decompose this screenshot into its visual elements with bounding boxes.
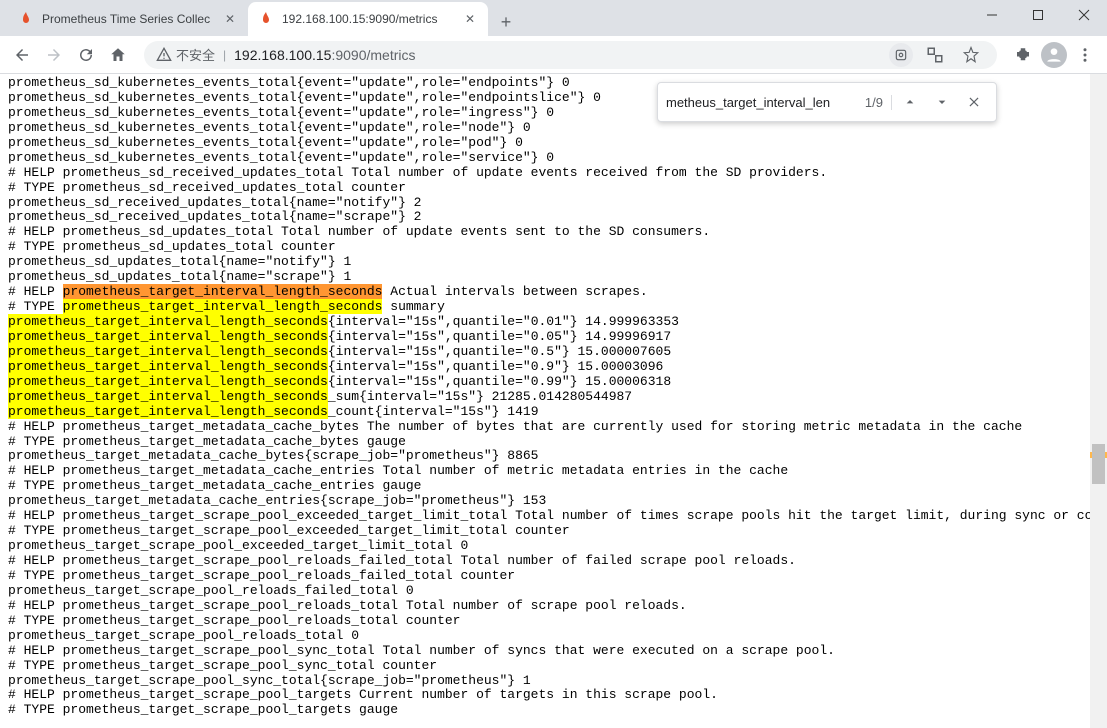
insecure-chip[interactable]: 不安全 [156, 45, 215, 64]
translate-icon[interactable] [921, 41, 949, 69]
find-next-button[interactable] [928, 88, 956, 116]
warning-icon [156, 47, 172, 63]
scrollbar-thumb[interactable] [1092, 444, 1105, 484]
close-button[interactable] [1061, 0, 1107, 30]
window-controls [969, 0, 1107, 30]
insecure-label: 不安全 [176, 45, 215, 64]
back-button[interactable] [8, 41, 36, 69]
menu-icon[interactable] [1071, 41, 1099, 69]
tab-metrics[interactable]: 192.168.100.15:9090/metrics ✕ [248, 2, 488, 36]
find-in-page-bar: 1/9 [657, 82, 997, 122]
tab-prometheus[interactable]: Prometheus Time Series Collec ✕ [8, 2, 248, 36]
find-count: 1/9 [865, 95, 892, 110]
metrics-text[interactable]: prometheus_sd_kubernetes_events_total{ev… [0, 74, 1107, 720]
reload-button[interactable] [72, 41, 100, 69]
maximize-button[interactable] [1015, 0, 1061, 30]
tab-title: Prometheus Time Series Collec [42, 12, 214, 26]
find-close-button[interactable] [960, 88, 988, 116]
profile-avatar[interactable] [1041, 42, 1067, 68]
close-icon[interactable]: ✕ [222, 11, 238, 27]
url-text: 192.168.100.15:9090/metrics [234, 47, 881, 63]
flame-icon [258, 11, 274, 27]
bookmark-icon[interactable] [957, 41, 985, 69]
lens-icon[interactable] [889, 43, 913, 67]
find-input[interactable] [666, 95, 861, 110]
close-icon[interactable]: ✕ [462, 11, 478, 27]
extensions-icon[interactable] [1009, 41, 1037, 69]
flame-icon [18, 11, 34, 27]
tab-title: 192.168.100.15:9090/metrics [282, 12, 454, 26]
forward-button[interactable] [40, 41, 68, 69]
page-content: prometheus_sd_kubernetes_events_total{ev… [0, 74, 1107, 728]
toolbar: 不安全 | 192.168.100.15:9090/metrics [0, 36, 1107, 74]
home-button[interactable] [104, 41, 132, 69]
find-prev-button[interactable] [896, 88, 924, 116]
vertical-scrollbar[interactable] [1090, 74, 1107, 728]
omnibox[interactable]: 不安全 | 192.168.100.15:9090/metrics [144, 41, 997, 69]
new-tab-button[interactable]: + [492, 8, 520, 36]
minimize-button[interactable] [969, 0, 1015, 30]
tabstrip: Prometheus Time Series Collec ✕ 192.168.… [0, 0, 1107, 36]
